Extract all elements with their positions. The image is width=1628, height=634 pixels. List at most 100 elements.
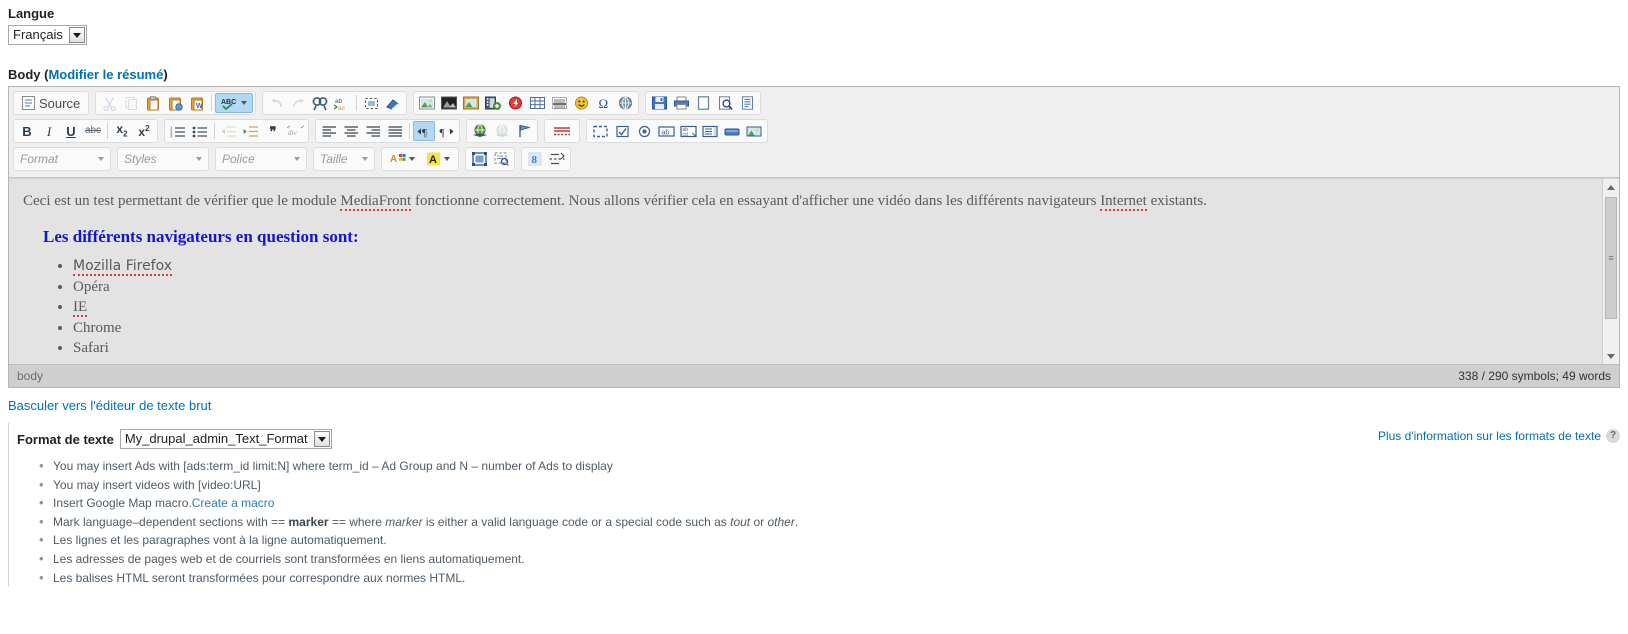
ckeditor-editing-area[interactable]: Ceci est un test permettant de vérifier … (9, 178, 1619, 364)
remove-format-icon[interactable] (382, 93, 404, 113)
spell-check-icon[interactable]: ABC (215, 93, 254, 113)
scrollbar-thumb[interactable] (1605, 197, 1617, 319)
text-direction-rtl-icon[interactable]: ¶ (435, 121, 457, 141)
anchor-icon[interactable] (513, 121, 535, 141)
source-button[interactable]: Source (16, 93, 86, 113)
font-combo[interactable]: Police (218, 149, 304, 169)
align-center-icon[interactable] (340, 121, 362, 141)
toolbar-group-drupal: 8 (521, 147, 571, 171)
radio-button-icon[interactable] (633, 121, 655, 141)
copy-icon[interactable] (120, 93, 142, 113)
format-tip-italic: other (767, 514, 795, 529)
text-format-label: Format de texte (17, 431, 114, 447)
edit-summary-link[interactable]: Modifier le résumé (48, 67, 163, 82)
select-all-icon[interactable] (360, 93, 382, 113)
text-format-select[interactable]: My_drupal_admin_Text_Format (119, 429, 332, 449)
editor-vertical-scrollbar[interactable] (1602, 179, 1619, 364)
toolbar-separator (409, 123, 410, 139)
underline-icon[interactable]: U (60, 121, 82, 141)
templates-icon[interactable] (736, 93, 758, 113)
blockquote-icon[interactable]: ❞ (262, 121, 284, 141)
svg-text:cd: cd (682, 131, 688, 137)
toolbar-group-history: ab ac (262, 91, 408, 115)
picture-frame-icon[interactable] (460, 93, 482, 113)
ckeditor-document[interactable]: Ceci est un test permettant de vérifier … (9, 179, 1603, 364)
toolbar-group-basicstyles: B I U abc x2 x2 (13, 119, 158, 143)
language-select[interactable]: Français (8, 25, 87, 45)
ckeditor-toolbar: Source W ABC ab ac Ω B I U abc x2 x2 1 2… (9, 87, 1619, 178)
preview-icon[interactable] (714, 93, 736, 113)
size-combo[interactable]: Taille (316, 149, 372, 169)
paste-icon[interactable] (142, 93, 164, 113)
help-icon[interactable]: ? (1606, 429, 1620, 443)
selection-field-icon[interactable] (699, 121, 721, 141)
italic-icon[interactable]: I (38, 121, 60, 141)
paste-as-plain-text-icon[interactable] (164, 93, 186, 113)
format-tip-italic: marker (385, 514, 423, 529)
find-icon[interactable] (309, 93, 331, 113)
switch-to-plain-text-editor-link[interactable]: Basculer vers l'éditeur de texte brut (8, 398, 1628, 413)
list-item: Mozilla Firefox (73, 257, 1589, 277)
undo-icon[interactable] (265, 93, 287, 113)
toolbar-group-clipboard: W ABC (95, 91, 257, 115)
show-blocks-alt-icon[interactable] (490, 149, 512, 169)
numbered-list-icon[interactable]: 123 (167, 121, 189, 141)
create-div-icon[interactable]: div (284, 121, 306, 141)
bold-icon[interactable]: B (16, 121, 38, 141)
checkbox-icon[interactable] (611, 121, 633, 141)
align-left-icon[interactable] (318, 121, 340, 141)
element-path[interactable]: body (17, 369, 43, 383)
list-item-label: Mozilla Firefox (73, 258, 173, 277)
page-break-icon[interactable] (614, 93, 636, 113)
scroll-down-icon[interactable] (1603, 348, 1619, 364)
media-icon[interactable] (438, 93, 460, 113)
cut-icon[interactable] (98, 93, 120, 113)
page-break-alt-icon[interactable] (546, 149, 568, 169)
toolbar-separator (107, 123, 108, 139)
subscript-icon[interactable]: x2 (111, 121, 133, 141)
decrease-indent-icon[interactable] (218, 121, 240, 141)
smiley-icon[interactable] (570, 93, 592, 113)
styles-combo[interactable]: Styles (120, 149, 206, 169)
chevron-down-icon[interactable] (313, 431, 330, 447)
horizontal-rule-icon[interactable] (548, 93, 570, 113)
format-tip-text: or (750, 514, 768, 529)
text-direction-ltr-icon[interactable]: ¶ (413, 121, 435, 141)
drupal-break-icon[interactable]: 8 (524, 149, 546, 169)
image-button-icon[interactable] (743, 121, 765, 141)
bulleted-list-icon[interactable] (189, 121, 211, 141)
unlink-icon[interactable] (491, 121, 513, 141)
save-icon[interactable] (648, 93, 670, 113)
text-color-icon[interactable]: A (384, 149, 421, 169)
button-icon[interactable] (721, 121, 743, 141)
maximize-icon[interactable] (468, 149, 490, 169)
special-character-icon[interactable]: Ω (592, 93, 614, 113)
align-right-icon[interactable] (362, 121, 384, 141)
background-color-icon[interactable]: A (421, 149, 456, 169)
textarea-icon[interactable]: ab cd (677, 121, 699, 141)
redo-icon[interactable] (287, 93, 309, 113)
print-icon[interactable] (670, 93, 692, 113)
format-combo[interactable]: Format (16, 149, 108, 169)
superscript-icon[interactable]: x2 (133, 121, 155, 141)
image-icon[interactable] (416, 93, 438, 113)
table-icon[interactable] (526, 93, 548, 113)
spell-underline-icon[interactable] (547, 121, 577, 141)
new-page-icon[interactable] (692, 93, 714, 113)
toolbar-group-size: Taille (313, 147, 375, 171)
create-macro-link[interactable]: Create a macro (192, 496, 275, 510)
add-video-icon[interactable] (482, 93, 504, 113)
scroll-up-icon[interactable] (1603, 179, 1619, 195)
flash-icon[interactable] (504, 93, 526, 113)
replace-icon[interactable]: ab ac (331, 93, 353, 113)
show-blocks-icon[interactable] (589, 121, 611, 141)
link-icon[interactable] (469, 121, 491, 141)
more-info-text-formats-link[interactable]: Plus d'information sur les formats de te… (1378, 429, 1601, 443)
chevron-down-icon[interactable] (68, 27, 85, 43)
text-field-icon[interactable]: ab (655, 121, 677, 141)
justify-icon[interactable] (384, 121, 406, 141)
increase-indent-icon[interactable] (240, 121, 262, 141)
paste-from-word-icon[interactable]: W (186, 93, 208, 113)
format-tip-item: Les balises HTML seront transformées pou… (39, 568, 1620, 588)
strikethrough-icon[interactable]: abc (82, 121, 104, 141)
